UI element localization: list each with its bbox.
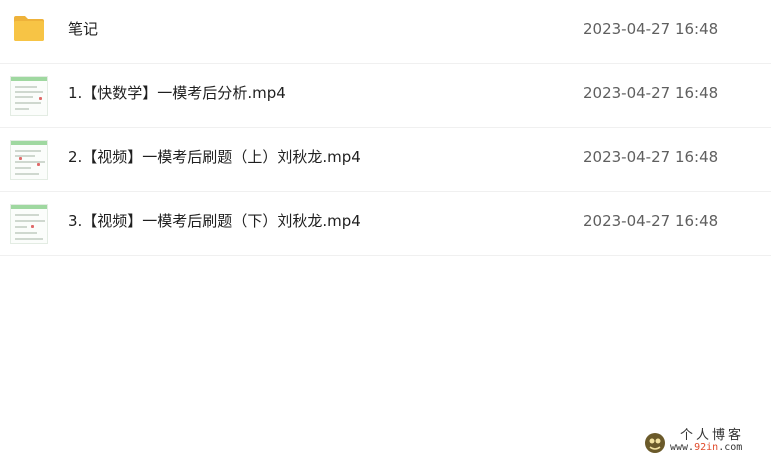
folder-icon [14,16,44,41]
watermark: 个人博客 www.92in.com [640,420,765,456]
file-row-video-2[interactable]: 2.【视频】一模考后刷题（上）刘秋龙.mp4 2023-04-27 16:48 [0,128,771,192]
file-date: 2023-04-27 16:48 [583,20,719,38]
video-thumbnail-icon [10,204,48,244]
file-date: 2023-04-27 16:48 [583,84,719,102]
file-list: 笔记 2023-04-27 16:48 1.【快数学】一模考后分析.mp4 20… [0,0,771,256]
file-name: 笔记 [68,20,99,38]
file-name: 3.【视频】一模考后刷题（下）刘秋龙.mp4 [68,212,361,230]
file-row-video-3[interactable]: 3.【视频】一模考后刷题（下）刘秋龙.mp4 2023-04-27 16:48 [0,192,771,256]
file-name: 1.【快数学】一模考后分析.mp4 [68,84,286,102]
video-thumbnail-icon [10,140,48,180]
file-name: 2.【视频】一模考后刷题（上）刘秋龙.mp4 [68,148,361,166]
blog-logo-icon [645,433,665,453]
watermark-url: www.92in.com [670,442,743,453]
file-date: 2023-04-27 16:48 [583,212,719,230]
file-date: 2023-04-27 16:48 [583,148,719,166]
file-row-folder[interactable]: 笔记 2023-04-27 16:48 [0,0,771,64]
video-thumbnail-icon [10,76,48,116]
watermark-title: 个人博客 [680,428,745,443]
file-row-video-1[interactable]: 1.【快数学】一模考后分析.mp4 2023-04-27 16:48 [0,64,771,128]
